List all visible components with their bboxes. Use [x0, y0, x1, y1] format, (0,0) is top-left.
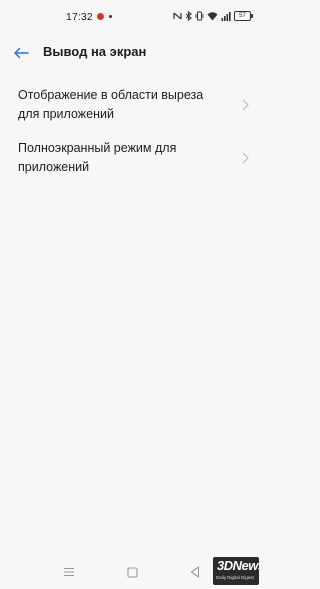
system-back-button[interactable]: [188, 565, 202, 579]
settings-list: Отображение в области выреза для приложе…: [0, 80, 265, 181]
home-button[interactable]: [125, 565, 139, 579]
menu-icon: [64, 567, 74, 577]
watermark-logo: 3DNews Daily Digital Digest: [213, 557, 259, 585]
page-header: Вывод на экран: [0, 38, 265, 68]
watermark-brand: 3DNews: [217, 558, 259, 573]
home-icon: [126, 566, 138, 578]
display-cutout-label: Отображение в области выреза для приложе…: [18, 88, 204, 121]
signal-icon: [221, 12, 231, 21]
fullscreen-mode-label: Полноэкранный режим для приложений: [18, 141, 177, 174]
screen-record-icon: [97, 13, 104, 20]
vibrate-icon: [195, 11, 204, 21]
nfc-icon: [173, 12, 182, 20]
back-icon: [190, 566, 200, 578]
wifi-icon: [207, 12, 218, 21]
display-cutout-item[interactable]: Отображение в области выреза для приложе…: [0, 82, 265, 128]
status-icons: 57: [173, 10, 253, 22]
chevron-right-icon: [242, 152, 249, 164]
bluetooth-icon: [185, 11, 192, 21]
fullscreen-mode-item[interactable]: Полноэкранный режим для приложений: [0, 135, 265, 181]
back-arrow-icon: [14, 47, 29, 59]
recent-apps-button[interactable]: [62, 565, 76, 579]
battery-icon: 57: [234, 11, 253, 21]
chevron-right-icon: [242, 99, 249, 111]
status-time: 17:32: [66, 11, 93, 23]
back-button[interactable]: [10, 44, 32, 62]
page-title: Вывод на экран: [43, 44, 147, 59]
notification-dot-icon: [109, 15, 112, 18]
watermark-tagline: Daily Digital Digest: [216, 575, 254, 580]
status-bar: 17:32 57: [0, 0, 265, 33]
